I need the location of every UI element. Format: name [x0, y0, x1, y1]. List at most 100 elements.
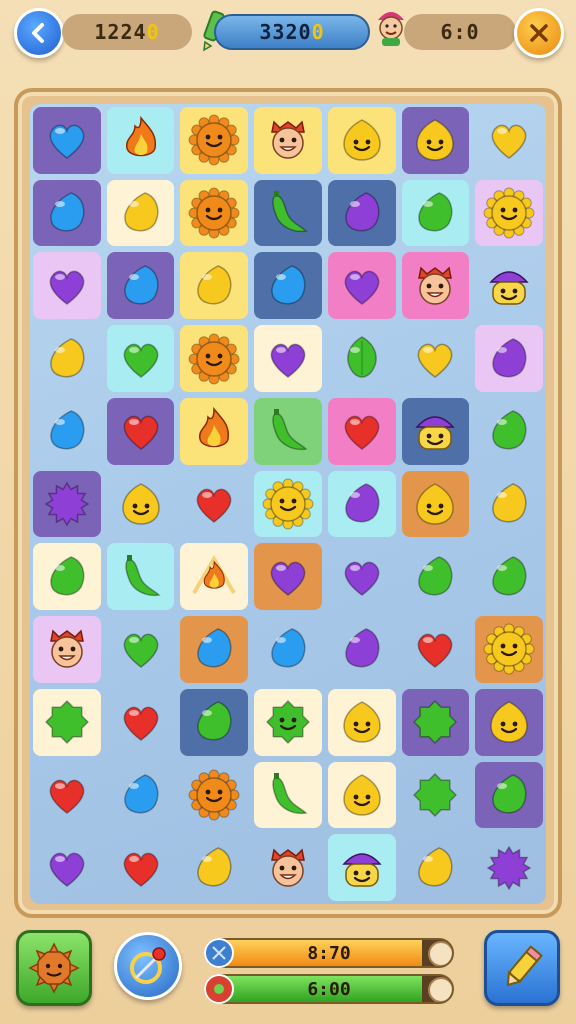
board-cell[interactable] [177, 104, 251, 177]
board-cell[interactable] [30, 613, 104, 686]
board-cell[interactable] [30, 686, 104, 759]
board-cell[interactable] [325, 468, 399, 541]
heart-red-icon[interactable] [409, 623, 461, 675]
game-board[interactable] [30, 104, 546, 904]
drop-yellow-icon[interactable] [483, 478, 535, 530]
pepper-green-icon[interactable] [262, 769, 314, 821]
board-cell[interactable] [399, 759, 473, 832]
drop-yellow-icon[interactable] [188, 260, 240, 312]
drop-green-icon[interactable] [483, 405, 535, 457]
heart-red-icon[interactable] [188, 478, 240, 530]
drop-yellow-icon[interactable] [188, 842, 240, 894]
heart-purple-icon[interactable] [336, 260, 388, 312]
back-button[interactable] [14, 8, 64, 58]
sun-orange-icon[interactable] [188, 769, 240, 821]
board-cell[interactable] [177, 249, 251, 322]
board-cell[interactable] [399, 686, 473, 759]
board-cell[interactable] [30, 540, 104, 613]
pin-target-button[interactable] [114, 932, 182, 1000]
blob-yellow-icon[interactable] [336, 696, 388, 748]
heart-red-icon[interactable] [41, 769, 93, 821]
board-cell[interactable] [325, 613, 399, 686]
board-cell[interactable] [30, 249, 104, 322]
heart-green-icon[interactable] [115, 623, 167, 675]
monster-green-icon[interactable] [262, 696, 314, 748]
board-cell[interactable] [177, 686, 251, 759]
drop-blue-icon[interactable] [41, 187, 93, 239]
splat-green-icon[interactable] [409, 769, 461, 821]
sun-yellow-icon[interactable] [483, 623, 535, 675]
pepper-green-icon[interactable] [115, 551, 167, 603]
board-cell[interactable] [177, 613, 251, 686]
board-cell[interactable] [251, 613, 325, 686]
pepper-green-icon[interactable] [262, 187, 314, 239]
board-cell[interactable] [251, 395, 325, 468]
board-cell[interactable] [251, 468, 325, 541]
board-cell[interactable] [472, 613, 546, 686]
blob-yellow-icon[interactable] [409, 478, 461, 530]
heart-red-icon[interactable] [115, 405, 167, 457]
heart-purple-icon[interactable] [262, 551, 314, 603]
board-cell[interactable] [472, 249, 546, 322]
heart-red-icon[interactable] [115, 842, 167, 894]
board-cell[interactable] [325, 540, 399, 613]
heart-red-icon[interactable] [336, 405, 388, 457]
face-red-icon[interactable] [41, 623, 93, 675]
board-cell[interactable] [472, 759, 546, 832]
face-red-icon[interactable] [262, 114, 314, 166]
board-cell[interactable] [104, 249, 178, 322]
board-cell[interactable] [399, 613, 473, 686]
board-cell[interactable] [30, 177, 104, 250]
board-cell[interactable] [399, 540, 473, 613]
board-cell[interactable] [325, 686, 399, 759]
blob-yellow-icon[interactable] [336, 769, 388, 821]
board-cell[interactable] [30, 395, 104, 468]
board-cell[interactable] [30, 322, 104, 395]
heart-purple-icon[interactable] [41, 260, 93, 312]
board-cell[interactable] [472, 686, 546, 759]
board-cell[interactable] [251, 322, 325, 395]
board-cell[interactable] [472, 177, 546, 250]
board-cell[interactable] [251, 759, 325, 832]
board-cell[interactable] [325, 177, 399, 250]
heart-purple-icon[interactable] [41, 842, 93, 894]
pepper-green-icon[interactable] [262, 405, 314, 457]
board-cell[interactable] [399, 468, 473, 541]
drop-blue-icon[interactable] [262, 623, 314, 675]
board-cell[interactable] [325, 322, 399, 395]
board-cell[interactable] [399, 831, 473, 904]
heart-purple-icon[interactable] [262, 333, 314, 385]
drop-green-icon[interactable] [409, 187, 461, 239]
board-cell[interactable] [251, 686, 325, 759]
wizard-purple-icon[interactable] [483, 260, 535, 312]
pencil-tool-button[interactable] [484, 930, 560, 1006]
drop-purple-icon[interactable] [336, 478, 388, 530]
board-cell[interactable] [30, 759, 104, 832]
board-cell[interactable] [472, 540, 546, 613]
board-cell[interactable] [30, 468, 104, 541]
splat-green-icon[interactable] [409, 696, 461, 748]
board-cell[interactable] [104, 540, 178, 613]
drop-purple-icon[interactable] [483, 333, 535, 385]
board-cell[interactable] [472, 395, 546, 468]
board-cell[interactable] [251, 249, 325, 322]
drop-yellow-icon[interactable] [409, 842, 461, 894]
drop-blue-icon[interactable] [41, 405, 93, 457]
board-cell[interactable] [104, 395, 178, 468]
heart-yellow-icon[interactable] [483, 114, 535, 166]
board-cell[interactable] [325, 249, 399, 322]
booster-button[interactable] [16, 930, 92, 1006]
drop-blue-icon[interactable] [262, 260, 314, 312]
board-cell[interactable] [251, 540, 325, 613]
board-cell[interactable] [325, 759, 399, 832]
board-cell[interactable] [104, 831, 178, 904]
board-cell[interactable] [177, 177, 251, 250]
close-button[interactable] [514, 8, 564, 58]
face-red-icon[interactable] [409, 260, 461, 312]
board-cell[interactable] [177, 468, 251, 541]
board-cell[interactable] [472, 831, 546, 904]
board-cell[interactable] [30, 104, 104, 177]
board-cell[interactable] [399, 104, 473, 177]
drop-green-icon[interactable] [188, 696, 240, 748]
sun-yellow-icon[interactable] [262, 478, 314, 530]
